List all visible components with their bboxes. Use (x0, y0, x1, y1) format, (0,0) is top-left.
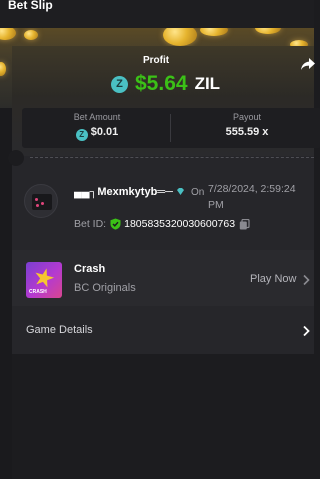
game-details-row[interactable]: Game Details (12, 312, 314, 352)
bet-id-row: Bet ID: 1805835320030600763 (74, 218, 250, 230)
copy-icon[interactable] (239, 218, 250, 230)
chevron-right-icon[interactable] (302, 325, 310, 337)
bet-date: 7/28/2024, 2:59:24 PM (208, 183, 296, 211)
bet-amount-value-row: Z $0.01 (22, 126, 172, 141)
game-thumbnail[interactable]: CRASH (26, 262, 62, 298)
coin-decoration (0, 28, 16, 40)
bet-id-label: Bet ID: (74, 218, 107, 230)
avatar-dot (36, 204, 39, 207)
bet-amount-label: Bet Amount (73, 112, 121, 122)
dashed-divider (30, 157, 314, 158)
zil-coin-icon: Z (75, 129, 88, 141)
bet-amount-stat: Bet Amount Z $0.01 (22, 108, 172, 148)
verified-diamond-icon (176, 188, 184, 195)
profit-currency: ZIL (194, 74, 221, 93)
avatar[interactable] (24, 184, 58, 218)
page-title: Bet Slip (8, 0, 53, 12)
username[interactable]: ▄▄┐Mexmkytyb═─ (74, 186, 173, 198)
profit-label: Profit (142, 55, 170, 66)
share-icon[interactable] (300, 57, 316, 71)
zil-coin-icon: Z (111, 75, 128, 93)
ticket-notch (8, 150, 24, 166)
bet-stats: Bet Amount Z $0.01 Payout 555.59 x (22, 108, 320, 148)
avatar-dot (35, 198, 38, 201)
chevron-right-icon[interactable] (302, 274, 310, 286)
coin-decoration (24, 30, 38, 40)
bet-amount-value: $0.01 (90, 126, 119, 138)
payout-stat: Payout 555.59 x (172, 108, 320, 148)
username-row[interactable]: ▄▄┐Mexmkytyb═─ (74, 186, 185, 198)
payout-value: 555.59 x (225, 126, 269, 138)
on-label: On (191, 187, 205, 198)
game-row[interactable]: CRASH Crash BC Originals Play Now (12, 250, 314, 306)
avatar-dot (41, 202, 44, 205)
stat-divider (170, 114, 171, 142)
bet-info: ▄▄┐Mexmkytyb═─ On 7/28/2024, 2:59:24 PM … (24, 180, 314, 240)
star-icon (32, 266, 56, 290)
coin-decoration (255, 28, 281, 34)
game-provider: BC Originals (74, 282, 136, 294)
coin-decoration (163, 28, 197, 46)
coin-decoration (200, 28, 228, 36)
game-thumb-label: CRASH (29, 289, 47, 295)
payout-label: Payout (232, 112, 262, 122)
top-bar: Bet Slip (0, 0, 314, 28)
game-name: Crash (74, 263, 106, 275)
profit-section: Profit Z $5.64 ZIL Bet Amount Z $0.01 Pay… (12, 46, 320, 156)
play-now-button[interactable]: Play Now (250, 273, 296, 285)
profit-row: Z $5.64 ZIL (111, 70, 220, 98)
bet-id-value: 1805835320030600763 (124, 218, 236, 230)
game-details-label[interactable]: Game Details (26, 324, 93, 336)
profit-amount: $5.64 (135, 72, 188, 95)
shield-check-icon (110, 218, 121, 230)
